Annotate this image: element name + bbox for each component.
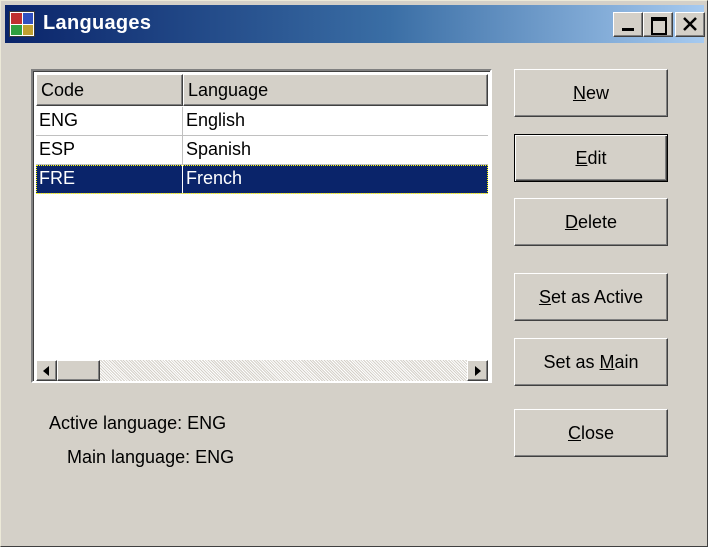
languages-dialog: Languages Code Language ENG English ESP … [0, 0, 708, 547]
horizontal-scrollbar[interactable] [36, 360, 488, 381]
close-window-button[interactable] [675, 12, 705, 37]
languages-list[interactable]: Code Language ENG English ESP Spanish FR… [31, 69, 492, 383]
cell-code: FRE [36, 165, 183, 193]
delete-button[interactable]: Delete [514, 198, 668, 246]
list-row[interactable]: ENG English [36, 107, 488, 136]
list-rows: ENG English ESP Spanish FRE French [36, 107, 488, 194]
scrollbar-thumb[interactable] [57, 360, 100, 381]
column-header-code[interactable]: Code [36, 74, 183, 106]
set-as-active-button[interactable]: Set as Active [514, 273, 668, 321]
scroll-left-button[interactable] [36, 360, 57, 381]
list-row[interactable]: ESP Spanish [36, 136, 488, 165]
close-icon [683, 17, 697, 31]
cell-language: French [186, 168, 243, 188]
main-language-label: Main language: ENG [67, 447, 235, 467]
set-as-main-button[interactable]: Set as Main [514, 338, 668, 386]
list-header: Code Language [36, 74, 488, 106]
column-header-language[interactable]: Language [183, 74, 488, 106]
cell-language: Spanish [186, 139, 252, 159]
title-bar[interactable]: Languages [5, 5, 705, 43]
active-language-label: Active language: ENG [49, 413, 227, 433]
window-title: Languages [43, 12, 152, 34]
maximize-button[interactable] [643, 12, 673, 37]
new-button[interactable]: New [514, 69, 668, 117]
languages-app-icon[interactable] [9, 11, 35, 37]
cell-code: ENG [36, 107, 183, 135]
list-row-selected[interactable]: FRE French [36, 165, 488, 194]
edit-button[interactable]: Edit [514, 134, 668, 182]
cell-language: English [186, 110, 246, 130]
close-button[interactable]: Close [514, 409, 668, 457]
cell-code: ESP [36, 136, 183, 164]
minimize-button[interactable] [613, 12, 643, 37]
scroll-right-button[interactable] [467, 360, 488, 381]
